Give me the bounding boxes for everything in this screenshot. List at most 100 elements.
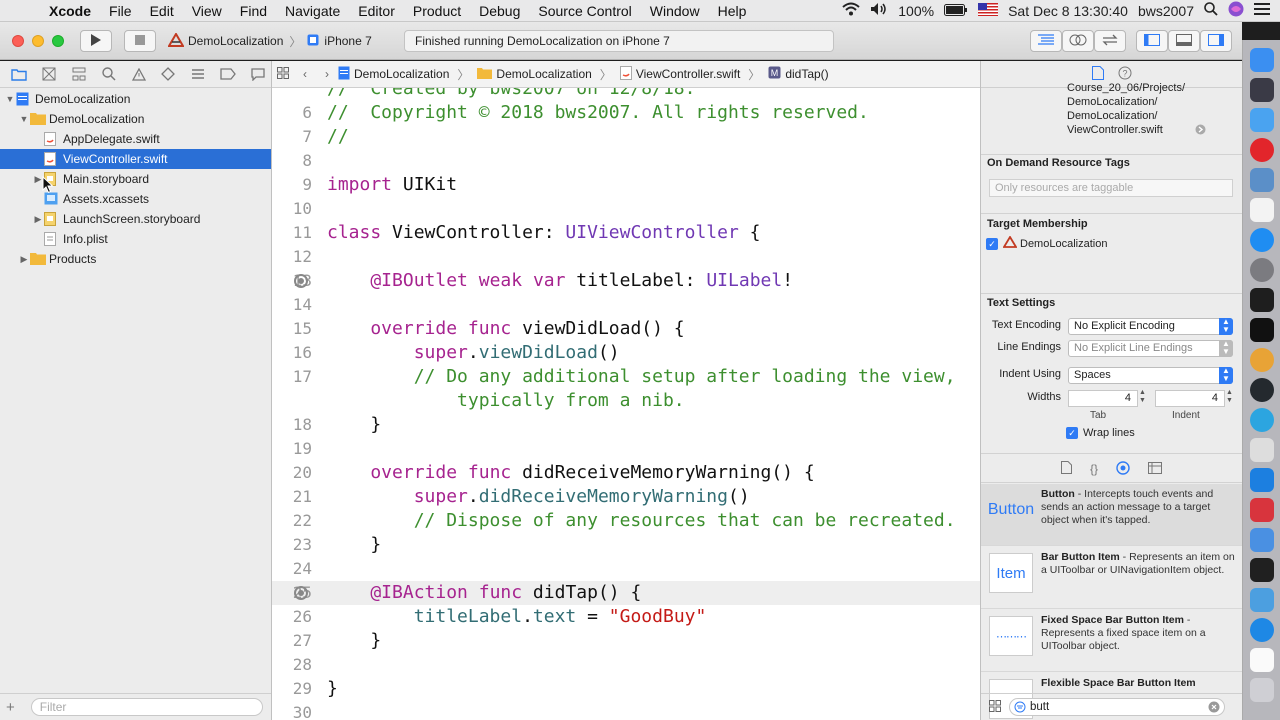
app-icon[interactable] [1250,618,1274,642]
code-line[interactable]: 11 class ViewController: UIViewController… [272,221,980,245]
odr-tags-field[interactable]: Only resources are taggable [989,179,1233,197]
code-line[interactable]: 25 @IBAction func didTap() { [272,581,980,605]
menu-help[interactable]: Help [709,3,756,19]
code-line[interactable]: 23 } [272,533,980,557]
toggle-navigator-button[interactable] [1136,30,1168,52]
indent-using-popup[interactable]: Spaces ▲ ▼ [1068,367,1233,384]
menu-source-control[interactable]: Source Control [529,3,640,19]
toggle-inspector-button[interactable] [1200,30,1232,52]
battery-icon[interactable] [944,3,968,19]
clock-text[interactable]: Sat Dec 8 13:30:40 [1008,3,1128,19]
notes-icon[interactable] [1250,198,1274,222]
breadcrumb-file[interactable]: ViewController.swift [619,65,740,83]
code-line[interactable]: 14 [272,293,980,317]
debug-navigator-tab-icon[interactable] [185,64,211,84]
code-line[interactable]: typically from a nib. [272,389,980,413]
flag-icon[interactable] [978,2,999,19]
code-line[interactable]: 19 [272,437,980,461]
code-line[interactable]: 15 override func viewDidLoad() { [272,317,980,341]
stop-button[interactable] [124,30,156,52]
code-line[interactable]: 12 [272,245,980,269]
reveal-in-finder-icon[interactable] [1195,124,1206,138]
library-item[interactable]: ⋯⋯⋯ Fixed Space Bar Button Item - Represe… [981,610,1242,672]
telegram-icon[interactable] [1250,408,1274,432]
symbol-navigator-tab-icon[interactable] [66,64,92,84]
source-control-tab-icon[interactable] [36,64,62,84]
opera-icon[interactable] [1250,138,1274,162]
code-line[interactable]: 7 // [272,125,980,149]
app-icon[interactable] [1250,498,1274,522]
code-line[interactable]: 22 // Dispose of any resources that can … [272,509,980,533]
connection-indicator-icon[interactable] [294,274,308,288]
file-tree-item[interactable]: ViewController.swift [0,149,271,169]
close-window-button[interactable] [12,35,24,47]
file-tree-item[interactable]: Assets.xcassets [0,189,271,209]
assistant-editor-button[interactable] [1062,30,1094,52]
safari-icon[interactable] [1250,108,1274,132]
toggle-debug-area-button[interactable] [1168,30,1200,52]
simulator-icon[interactable] [1250,528,1274,552]
connection-indicator-icon[interactable] [294,586,308,600]
code-line[interactable]: 26 titleLabel.text = "GoodBuy" [272,605,980,629]
menu-navigate[interactable]: Navigate [276,3,349,19]
test-navigator-tab-icon[interactable] [155,64,181,84]
add-icon[interactable]: + [6,699,15,716]
run-button[interactable] [80,30,112,52]
code-line[interactable]: 24 [272,557,980,581]
issue-navigator-tab-icon[interactable] [126,64,152,84]
notification-center-icon[interactable] [1254,2,1270,19]
code-line[interactable]: 13 @IBOutlet weak var titleLabel: UILabe… [272,269,980,293]
xcode-icon[interactable] [1250,468,1274,492]
preview-icon[interactable] [1250,168,1274,192]
grid-view-icon[interactable] [989,699,1001,715]
code-line[interactable]: 30 [272,701,980,720]
disclosure-closed-icon[interactable]: ▶ [18,254,30,265]
menu-product[interactable]: Product [404,3,470,19]
code-line[interactable]: 17 // Do any additional setup after load… [272,365,980,389]
menu-find[interactable]: Find [231,3,276,19]
text-encoding-popup[interactable]: No Explicit Encoding ▲ ▼ [1068,318,1233,335]
launchpad-icon[interactable] [1250,78,1274,102]
breadcrumb-symbol[interactable]: M didTap() [768,66,829,82]
file-template-tab-icon[interactable] [1060,461,1072,477]
clear-search-icon[interactable] [1208,701,1220,718]
scheme-selector[interactable]: DemoLocalization 〉 iPhone 7 [167,30,390,52]
chrome-icon[interactable] [1250,348,1274,372]
spotlight-icon[interactable] [1204,2,1218,19]
code-line[interactable]: 18 } [272,413,980,437]
app-icon[interactable] [1250,558,1274,582]
object-library-tab-icon[interactable] [1116,460,1130,478]
tab-stepper-icon[interactable]: ▲ ▼ [1139,389,1146,405]
github-icon[interactable] [1250,378,1274,402]
terminal-icon[interactable] [1250,318,1274,342]
file-tree-item[interactable]: AppDelegate.swift [0,129,271,149]
indent-width-field[interactable]: 4 [1155,390,1225,407]
app-icon[interactable] [1250,588,1274,612]
user-name[interactable]: bws2007 [1138,3,1194,19]
wifi-icon[interactable] [842,2,860,19]
menu-debug[interactable]: Debug [470,3,529,19]
code-line[interactable]: 6 // Copyright © 2018 bws2007. All rights… [272,101,980,125]
file-tree-item[interactable]: ▶ Products [0,249,271,269]
find-navigator-tab-icon[interactable] [96,64,122,84]
related-items-icon[interactable] [272,66,294,82]
trash-icon[interactable] [1250,678,1274,702]
code-line[interactable]: 9 import UIKit [272,173,980,197]
menu-window[interactable]: Window [641,3,709,19]
menu-view[interactable]: View [183,3,231,19]
forward-arrow-icon[interactable]: › [316,67,338,81]
code-line[interactable]: 28 [272,653,980,677]
code-snippet-tab-icon[interactable]: {} [1090,462,1098,476]
code-line[interactable]: 10 [272,197,980,221]
library-item[interactable]: Button Button - Intercepts touch events a… [981,484,1242,546]
siri-icon[interactable] [1228,1,1244,20]
code-line[interactable]: 27 } [272,629,980,653]
app-store-icon[interactable] [1250,228,1274,252]
document-icon[interactable] [1250,648,1274,672]
scheme-name[interactable]: DemoLocalization [188,34,283,48]
disclosure-open-icon[interactable]: ▼ [18,114,30,124]
code-line[interactable]: // Created by bws2007 on 12/8/18. [272,88,980,101]
code-line[interactable]: 29} [272,677,980,701]
media-library-tab-icon[interactable] [1148,461,1162,477]
file-inspector-tab-icon[interactable] [1091,65,1104,83]
